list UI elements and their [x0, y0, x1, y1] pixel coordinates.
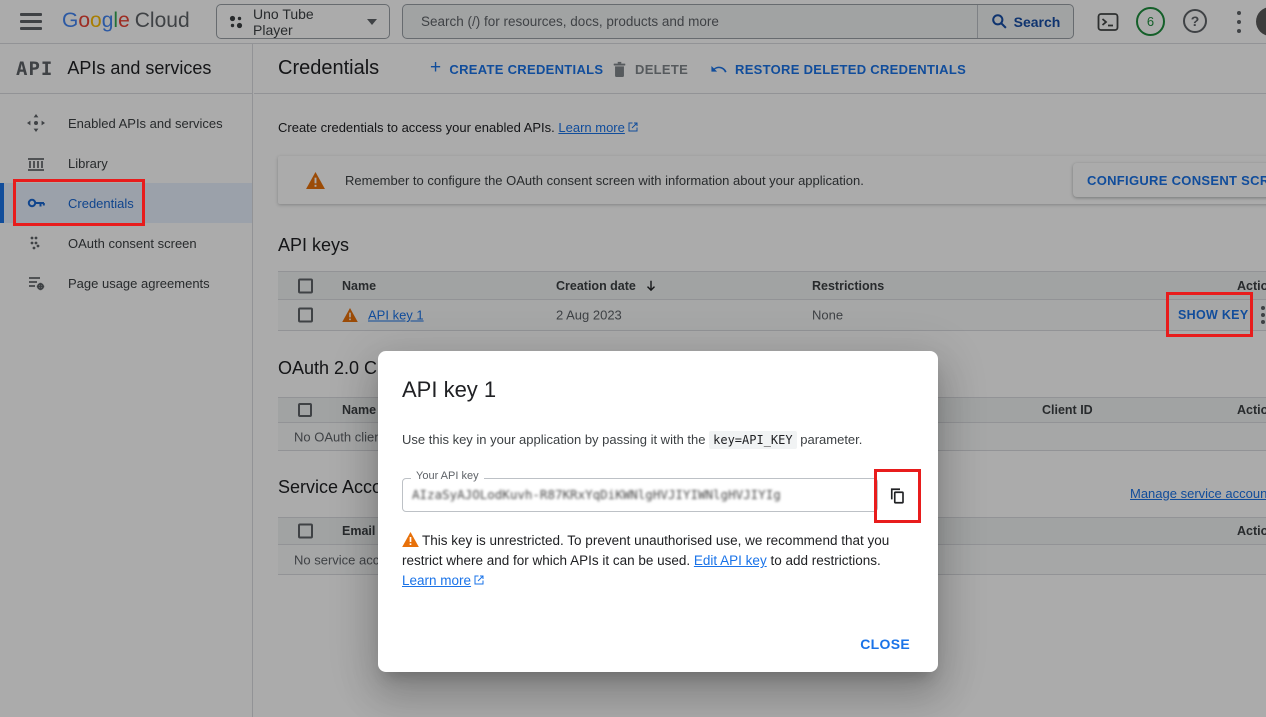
warning-icon — [402, 532, 419, 547]
copy-key-button[interactable] — [881, 480, 913, 512]
key-param-code: key=API_KEY — [709, 431, 796, 449]
copy-icon — [888, 487, 906, 505]
edit-api-key-link[interactable]: Edit API key — [694, 553, 767, 568]
api-key-field-label: Your API key — [411, 470, 484, 482]
dialog-title: API key 1 — [402, 377, 496, 403]
api-key-dialog: API key 1 Use this key in your applicati… — [378, 351, 938, 672]
api-key-value[interactable]: AIzaSyAJOLodKuvh-R87KRxYqDiKWNlgHVJIYIWN… — [412, 487, 862, 502]
dialog-body: Use this key in your application by pass… — [402, 432, 914, 447]
close-button[interactable]: CLOSE — [860, 636, 910, 652]
external-link-icon — [473, 572, 485, 584]
google-cloud-console: GoogleCloud Uno Tube Player Search 6 ? A… — [0, 0, 1266, 717]
unrestricted-warning: This key is unrestricted. To prevent una… — [402, 531, 916, 591]
learn-more-link[interactable]: Learn more — [402, 573, 471, 588]
